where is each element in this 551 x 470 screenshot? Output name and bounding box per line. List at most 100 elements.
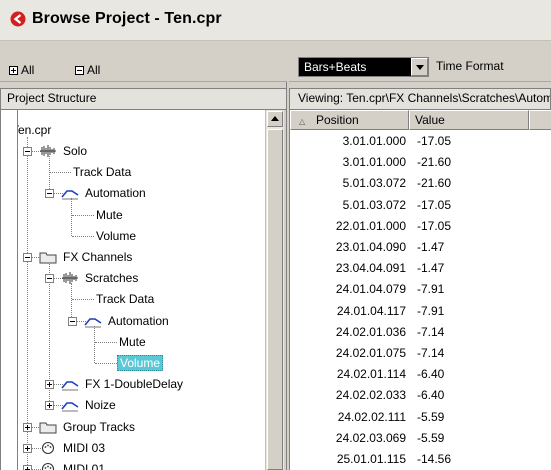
- table-row[interactable]: 24.02.03.069 -5.59: [290, 428, 551, 448]
- tree-item-mute[interactable]: Mute: [94, 205, 125, 225]
- table-row[interactable]: 24.01.04.117 -7.91: [290, 301, 551, 321]
- automation-data-panel: Bars+Beats Time Format Viewing: Ten.cpr\…: [289, 42, 551, 470]
- tree-item-group-tracks[interactable]: Group Tracks: [39, 417, 137, 437]
- value-cell[interactable]: -7.91: [417, 282, 444, 296]
- tree-item-solo[interactable]: Solo: [39, 141, 89, 161]
- table-row[interactable]: 23.04.04.091 -1.47: [290, 258, 551, 278]
- table-row[interactable]: 3.01.01.000 -21.60: [290, 152, 551, 172]
- tree-item-mute[interactable]: Mute: [117, 332, 148, 352]
- table-row[interactable]: 23.01.04.090 -1.47: [290, 237, 551, 257]
- value-cell[interactable]: -7.14: [417, 325, 444, 339]
- dropdown-arrow-icon[interactable]: [411, 58, 428, 76]
- tree-item-automation[interactable]: Automation: [84, 311, 171, 331]
- value-cell[interactable]: -1.47: [417, 261, 444, 275]
- expand-node-icon[interactable]: [23, 443, 32, 453]
- expand-node-icon[interactable]: [45, 380, 54, 390]
- column-header-value[interactable]: Value: [409, 110, 529, 130]
- position-cell[interactable]: 24.02.03.069: [290, 431, 406, 445]
- plus-box-icon: [9, 65, 18, 75]
- tree-root[interactable]: Ten.cpr: [18, 120, 53, 140]
- position-cell[interactable]: 3.01.01.000: [290, 155, 406, 169]
- audio-track-icon: [39, 144, 57, 158]
- table-row[interactable]: 5.01.03.072 -17.05: [290, 195, 551, 215]
- expand-node-icon[interactable]: [45, 401, 54, 411]
- position-cell[interactable]: 5.01.03.072: [290, 176, 406, 190]
- automation-curve-icon: [61, 398, 79, 412]
- table-row[interactable]: 3.01.01.000 -17.05: [290, 131, 551, 151]
- midi-track-icon: [39, 462, 57, 470]
- collapse-node-icon[interactable]: [23, 147, 32, 156]
- position-cell[interactable]: 5.01.03.072: [290, 198, 406, 212]
- collapse-node-icon[interactable]: [45, 274, 54, 284]
- tree-scrollbar[interactable]: [265, 110, 284, 470]
- collapse-all-button[interactable]: All: [75, 63, 100, 77]
- position-cell[interactable]: 24.02.01.075: [290, 346, 406, 360]
- value-cell[interactable]: -5.59: [417, 410, 444, 424]
- value-cell[interactable]: -5.59: [417, 431, 444, 445]
- value-cell[interactable]: -6.40: [417, 367, 444, 381]
- position-cell[interactable]: 24.02.02.033: [290, 388, 406, 402]
- value-cell[interactable]: -7.91: [417, 304, 444, 318]
- value-cell[interactable]: -21.60: [417, 176, 451, 190]
- expand-all-button[interactable]: All: [9, 63, 34, 77]
- tree-connector-line: [72, 214, 94, 216]
- position-cell[interactable]: 23.04.04.091: [290, 261, 406, 275]
- tree-item-fx-1-doubledelay[interactable]: FX 1-DoubleDelay: [61, 374, 185, 394]
- tree-item-label: Automation: [108, 313, 169, 328]
- tree-connector-line: [95, 341, 117, 343]
- tree-item-noize[interactable]: Noize: [61, 395, 118, 415]
- table-row[interactable]: 24.01.04.079 -7.91: [290, 279, 551, 299]
- table-row[interactable]: 24.02.01.075 -7.14: [290, 343, 551, 363]
- position-cell[interactable]: 25.01.01.115: [290, 452, 406, 466]
- position-cell[interactable]: 22.01.01.000: [290, 219, 406, 233]
- table-row[interactable]: 25.01.01.115 -14.56: [290, 449, 551, 469]
- tree-item-midi-01[interactable]: MIDI 01: [39, 459, 107, 470]
- tree-connector-line: [71, 198, 72, 236]
- value-cell[interactable]: -1.47: [417, 240, 444, 254]
- tree-connector-line: [72, 299, 94, 301]
- tree-item-automation[interactable]: Automation: [61, 183, 148, 203]
- table-row[interactable]: 22.01.01.000 -17.05: [290, 216, 551, 236]
- scroll-thumb[interactable]: [267, 129, 283, 470]
- position-cell[interactable]: 24.02.02.111: [290, 410, 406, 424]
- value-cell[interactable]: -7.14: [417, 346, 444, 360]
- time-format-toolbar: Bars+Beats Time Format: [289, 42, 551, 82]
- expand-node-icon[interactable]: [23, 422, 32, 432]
- collapse-node-icon[interactable]: [23, 253, 32, 262]
- table-row[interactable]: 5.01.03.072 -21.60: [290, 173, 551, 193]
- position-cell[interactable]: 24.01.04.117: [290, 304, 406, 318]
- project-tree[interactable]: Ten.cpr Solo Track Data Automation Mute Volu…: [17, 110, 271, 470]
- tree-item-midi-03[interactable]: MIDI 03: [39, 438, 107, 458]
- expand-node-icon[interactable]: [23, 465, 32, 470]
- collapse-node-icon[interactable]: [68, 316, 77, 326]
- tree-item-track-data[interactable]: Track Data: [94, 289, 156, 309]
- tree-item-label: Group Tracks: [63, 419, 136, 434]
- value-cell[interactable]: -17.05: [417, 198, 451, 212]
- tree-item-scratches[interactable]: Scratches: [61, 268, 140, 288]
- tree-connector-line: [49, 156, 50, 194]
- scroll-up-arrow-icon[interactable]: [267, 111, 283, 127]
- tree-gutter: [0, 110, 17, 470]
- value-cell[interactable]: -6.40: [417, 388, 444, 402]
- position-cell[interactable]: 23.01.04.090: [290, 240, 406, 254]
- table-row[interactable]: 24.02.01.036 -7.14: [290, 322, 551, 342]
- value-cell[interactable]: -17.05: [417, 219, 451, 233]
- value-cell[interactable]: -14.56: [417, 452, 451, 466]
- tree-item-volume[interactable]: Volume: [94, 226, 138, 246]
- position-cell[interactable]: 24.02.01.036: [290, 325, 406, 339]
- position-cell[interactable]: 3.01.01.000: [290, 134, 406, 148]
- table-row[interactable]: 24.02.01.114 -6.40: [290, 364, 551, 384]
- table-row[interactable]: 24.02.02.111 -5.59: [290, 407, 551, 427]
- tree-item-volume[interactable]: Volume: [117, 353, 164, 373]
- time-format-select[interactable]: Bars+Beats: [298, 57, 429, 77]
- table-row[interactable]: 24.02.02.033 -6.40: [290, 385, 551, 405]
- collapse-node-icon[interactable]: [45, 189, 54, 199]
- tree-item-fx-channels[interactable]: FX Channels: [39, 247, 134, 267]
- column-header-position[interactable]: △ Position: [290, 110, 409, 130]
- value-cell[interactable]: -21.60: [417, 155, 451, 169]
- value-cell[interactable]: -17.05: [417, 134, 451, 148]
- tree-item-track-data[interactable]: Track Data: [71, 162, 133, 182]
- position-cell[interactable]: 24.02.01.114: [290, 367, 406, 381]
- tree-item-label: Track Data: [96, 292, 155, 307]
- position-cell[interactable]: 24.01.04.079: [290, 282, 406, 296]
